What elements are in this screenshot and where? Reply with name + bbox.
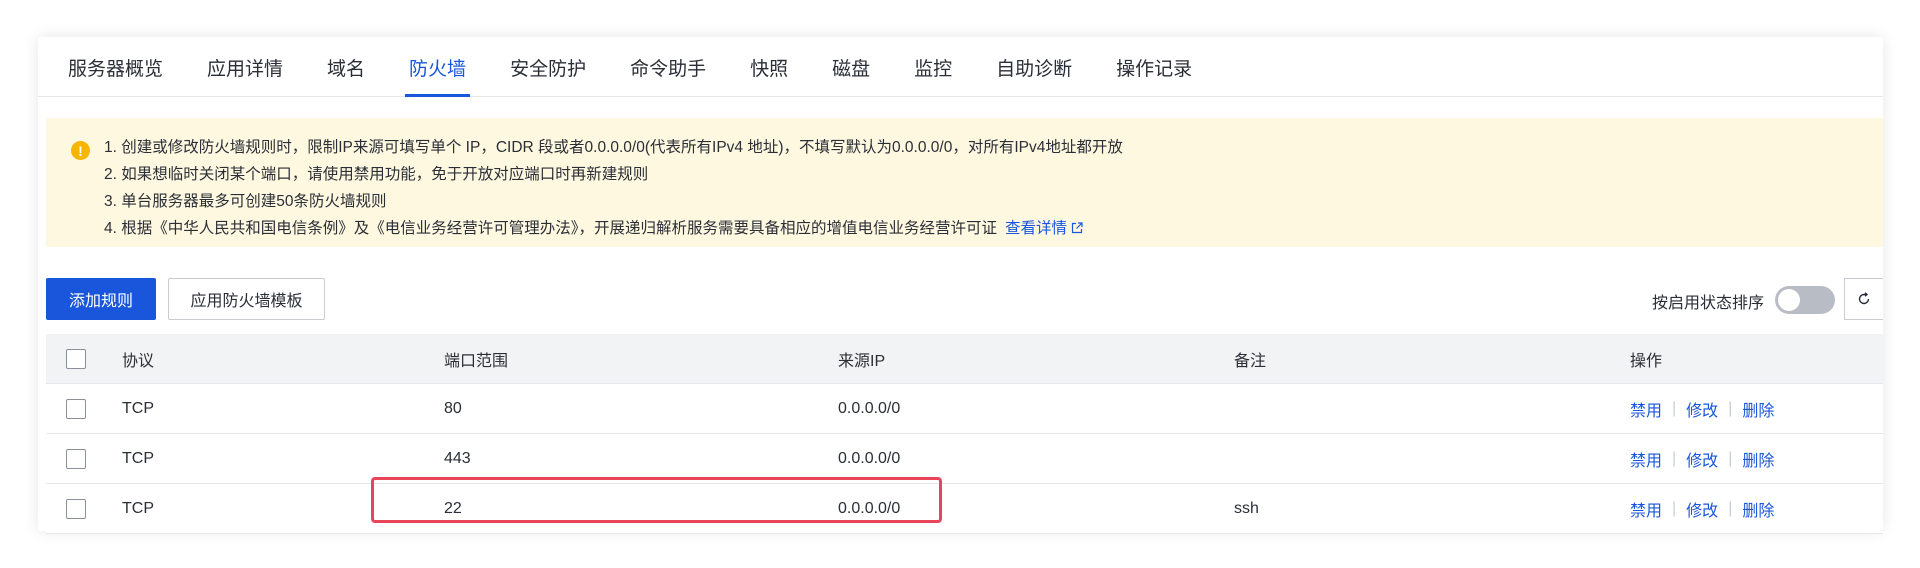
header-note: 备注: [1234, 352, 1267, 370]
tab-self-diagnosis[interactable]: 自助诊断: [996, 37, 1072, 96]
cell-source-ip: 0.0.0.0/0: [838, 499, 901, 517]
refresh-button[interactable]: [1844, 278, 1883, 320]
delete-link[interactable]: 删除: [1742, 447, 1774, 471]
separator: |: [1728, 449, 1733, 467]
separator: |: [1728, 399, 1733, 417]
tab-firewall[interactable]: 防火墙: [405, 37, 471, 97]
notice-line-1: 1. 创建或修改防火墙规则时，限制IP来源可填写单个 IP，CIDR 段或者0.…: [104, 139, 1123, 156]
tab-command-assistant[interactable]: 命令助手: [630, 37, 706, 96]
tab-server-overview[interactable]: 服务器概览: [68, 37, 163, 96]
cell-operations: 禁用 | 修改 | 删除: [1630, 434, 1774, 483]
delete-link[interactable]: 删除: [1742, 497, 1774, 521]
separator: |: [1672, 399, 1677, 417]
table-row: TCP 443 0.0.0.0/0 禁用 | 修改 | 删除: [46, 434, 1883, 484]
add-rule-button[interactable]: 添加规则: [46, 278, 156, 320]
edit-link[interactable]: 修改: [1686, 397, 1718, 421]
select-all-cell: [66, 334, 86, 383]
separator: |: [1728, 499, 1733, 517]
cell-protocol: TCP: [122, 499, 154, 517]
apply-template-button[interactable]: 应用防火墙模板: [168, 278, 325, 320]
cell-port-range: 80: [444, 399, 462, 417]
row-select-cell: [66, 434, 86, 483]
view-details-link[interactable]: 查看详情: [1005, 220, 1083, 237]
notice-line-4: 4. 根据《中华人民共和国电信条例》及《电信业务经营许可管理办法》，开展递归解析…: [104, 220, 997, 237]
tab-bar: 服务器概览 应用详情 域名 防火墙 安全防护 命令助手 快照 磁盘 监控 自助诊…: [38, 37, 1883, 97]
edit-link[interactable]: 修改: [1686, 497, 1718, 521]
select-all-checkbox[interactable]: [66, 348, 86, 369]
disable-link[interactable]: 禁用: [1630, 447, 1662, 471]
separator: |: [1672, 499, 1677, 517]
disable-link[interactable]: 禁用: [1630, 397, 1662, 421]
sort-by-status-toggle[interactable]: [1775, 286, 1835, 314]
row-checkbox[interactable]: [66, 498, 86, 519]
header-operations: 操作: [1630, 352, 1663, 370]
header-port-range: 端口范围: [444, 352, 509, 370]
external-link-icon: [1071, 222, 1083, 234]
tab-domain[interactable]: 域名: [327, 37, 365, 96]
row-select-cell: [66, 384, 86, 433]
tab-app-details[interactable]: 应用详情: [207, 37, 283, 96]
table-row: TCP 80 0.0.0.0/0 禁用 | 修改 | 删除: [46, 384, 1883, 434]
cell-source-ip: 0.0.0.0/0: [838, 399, 901, 417]
delete-link[interactable]: 删除: [1742, 397, 1774, 421]
row-select-cell: [66, 484, 86, 533]
separator: |: [1672, 449, 1677, 467]
row-checkbox[interactable]: [66, 448, 86, 469]
cell-source-ip: 0.0.0.0/0: [838, 449, 901, 467]
tab-monitoring[interactable]: 监控: [914, 37, 952, 96]
page: 服务器概览 应用详情 域名 防火墙 安全防护 命令助手 快照 磁盘 监控 自助诊…: [0, 0, 1920, 568]
cell-note: ssh: [1234, 499, 1259, 517]
cell-port-range: 22: [444, 499, 462, 517]
rules-table: 协议 端口范围 来源IP 备注 操作 TCP 80 0.0.0.0/0 禁用 | 修…: [46, 334, 1883, 534]
disable-link[interactable]: 禁用: [1630, 497, 1662, 521]
notice-line-2: 2. 如果想临时关闭某个端口，请使用禁用功能，免于开放对应端口时再新建规则: [104, 166, 649, 183]
tab-snapshot[interactable]: 快照: [750, 37, 788, 96]
cell-protocol: TCP: [122, 449, 154, 467]
notice-banner: ! 1. 创建或修改防火墙规则时，限制IP来源可填写单个 IP，CIDR 段或者…: [46, 118, 1883, 247]
cell-protocol: TCP: [122, 399, 154, 417]
firewall-panel: 服务器概览 应用详情 域名 防火墙 安全防护 命令助手 快照 磁盘 监控 自助诊…: [38, 37, 1883, 534]
tab-operation-log[interactable]: 操作记录: [1116, 37, 1192, 96]
cell-operations: 禁用 | 修改 | 删除: [1630, 384, 1774, 433]
tab-security[interactable]: 安全防护: [510, 37, 586, 96]
tab-disk[interactable]: 磁盘: [832, 37, 870, 96]
edit-link[interactable]: 修改: [1686, 447, 1718, 471]
notice-line-4-wrapper: 4. 根据《中华人民共和国电信条例》及《电信业务经营许可管理办法》，开展递归解析…: [104, 215, 1123, 242]
table-row: TCP 22 0.0.0.0/0 ssh 禁用 | 修改 | 删除: [46, 484, 1883, 534]
cell-operations: 禁用 | 修改 | 删除: [1630, 484, 1774, 533]
cell-port-range: 443: [444, 449, 471, 467]
refresh-icon: [1858, 292, 1870, 305]
view-details-label: 查看详情: [1005, 220, 1068, 237]
notice-text: 1. 创建或修改防火墙规则时，限制IP来源可填写单个 IP，CIDR 段或者0.…: [104, 134, 1123, 242]
toggle-knob: [1778, 289, 1800, 311]
warning-icon: !: [71, 141, 90, 160]
row-checkbox[interactable]: [66, 398, 86, 419]
notice-line-3: 3. 单台服务器最多可创建50条防火墙规则: [104, 193, 387, 210]
sort-by-status-label: 按启用状态排序: [1652, 295, 1765, 312]
header-source-ip: 来源IP: [838, 352, 886, 370]
header-protocol: 协议: [122, 352, 155, 370]
table-header: 协议 端口范围 来源IP 备注 操作: [46, 334, 1883, 384]
